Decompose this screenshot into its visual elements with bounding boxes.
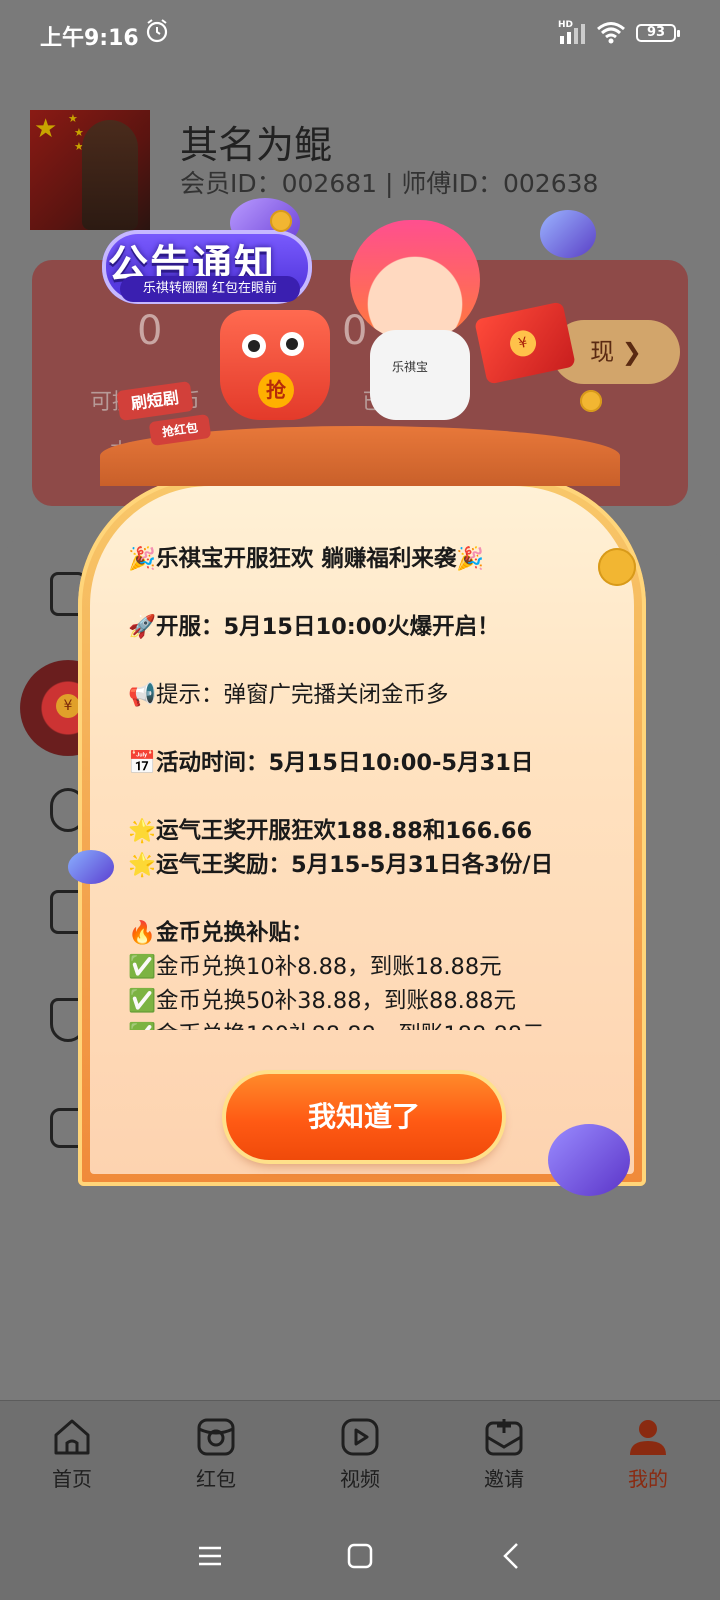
line-spacer [128,712,638,746]
emoji-icon: ✅ [128,988,157,1014]
mascot-glyph: 抢 [258,372,294,408]
redpacket-mascot: 抢 [220,310,330,420]
tab-profile[interactable]: 我的 [576,1411,720,1501]
video-icon [341,1418,379,1456]
signal-icon [560,24,585,44]
alarm-icon [146,19,168,43]
line-spacer [128,882,638,916]
emoji-icon: 📢 [128,682,157,708]
announcement-dialog: 🎉乐祺宝开服狂欢 躺赚福利来袭🎉 🚀开服：5月15日10:00火爆开启！ 📢提示：弹… [78,476,646,1186]
system-nav-bar [0,1508,720,1600]
coin-icon [270,210,292,232]
emoji-icon: 🌟 [128,818,157,844]
announcement-line: 📅活动时间：5月15日10:00-5月31日 [128,746,638,780]
tab-label: 视频 [340,1467,380,1491]
status-bar: 上午9:16 HD 93 [0,0,720,70]
home-nav-icon[interactable] [340,1536,380,1576]
announcement-text: 运气王奖开服狂欢188.88和166.66 [156,818,533,844]
emoji-icon: 🌟 [128,852,157,878]
profile-icon [630,1420,666,1455]
dialog-header-illustration: 公告通知 乐祺转圈圈 红包在眼前 刷短剧 抢红包 抢 乐祺宝 ¥ [70,190,670,490]
character-body: 乐祺宝 [370,330,470,420]
planet-icon [68,850,114,884]
home-icon [54,1419,90,1455]
coin-icon: ¥ [56,694,80,718]
tab-label: 我的 [628,1467,668,1491]
emoji-icon: 🎉 [128,546,157,572]
emoji-icon: 📅 [128,750,157,776]
bottom-tab-bar: 首页 红包 视频 邀请 我的 [0,1400,720,1509]
clock: 上午9:16 [40,26,139,51]
tab-redpacket[interactable]: 红包 [144,1411,288,1501]
announcement-text: 活动时间：5月15日10:00-5月31日 [156,750,534,776]
announcement-text: 运气王奖励：5月15-5月31日各3份/日 [156,852,554,878]
invite-icon [485,1419,523,1456]
announcement-line: ✅金币兑换10补8.88，到账18.88元 [128,950,638,984]
redpacket-icon [197,1418,235,1456]
emoji-icon: 🎉 [456,546,485,572]
confirm-button[interactable]: 我知道了 [226,1074,502,1160]
eye-icon [242,334,266,358]
user-name: 其名为鲲 [180,123,333,167]
planet-icon [548,1124,630,1196]
wifi-icon [597,22,625,44]
announcement-text: 乐祺宝开服狂欢 躺赚福利来袭 [156,546,457,572]
announcement-text: 金币兑换100补88.88，到账188.88元 [156,1022,545,1030]
back-icon[interactable] [492,1536,532,1576]
announcement-line: ✅金币兑换50补38.88，到账88.88元 [128,984,638,1018]
star-icon: ★ [74,126,84,139]
eye-icon [280,332,304,356]
red-envelope-icon: ¥ [474,301,576,385]
dialog-body: 🎉乐祺宝开服狂欢 躺赚福利来袭🎉 🚀开服：5月15日10:00火爆开启！ 📢提示：弹… [90,486,634,1174]
menu-icon[interactable] [190,1536,230,1576]
battery-indicator: 93 [636,24,680,42]
emoji-icon: ✅ [128,954,157,980]
announcement-line: 🔥金币兑换补贴： [128,916,638,950]
shirt-text: 乐祺宝 [392,360,429,374]
emoji-icon: 🚀 [128,614,157,640]
tab-label: 首页 [52,1467,92,1491]
emoji-icon: ✅ [128,1018,156,1030]
dialog-subtitle: 乐祺转圈圈 红包在眼前 [120,276,300,302]
tab-label: 红包 [196,1467,236,1491]
line-spacer [128,576,638,610]
planet-icon [540,210,596,258]
announcement-text: 提示：弹窗广完播关闭金币多 [156,682,449,708]
announcement-line: 🌟运气王奖开服狂欢188.88和166.66 [128,814,638,848]
announcement-line: 🌟运气王奖励：5月15-5月31日各3份/日 [128,848,638,882]
tab-video[interactable]: 视频 [288,1411,432,1501]
announcement-text: 开服：5月15日10:00火爆开启！ [156,614,500,640]
announcement-content[interactable]: 🎉乐祺宝开服狂欢 躺赚福利来袭🎉 🚀开服：5月15日10:00火爆开启！ 📢提示：弹… [128,542,638,1030]
announcement-text: 金币兑换补贴： [156,920,314,946]
star-icon: ★ [68,112,78,125]
tab-label: 邀请 [484,1467,524,1491]
character-head [350,220,480,340]
announcement-text: 金币兑换50补38.88，到账88.88元 [156,988,516,1014]
yuan-icon: ¥ [507,327,539,359]
coin-icon [580,390,602,412]
announcement-line: 🎉乐祺宝开服狂欢 躺赚福利来袭🎉 [128,542,638,576]
line-spacer [128,644,638,678]
emoji-icon: 🔥 [128,920,157,946]
announcement-line: 📢提示：弹窗广完播关闭金币多 [128,678,638,712]
tab-invite[interactable]: 邀请 [432,1411,576,1501]
announcement-line: 🚀开服：5月15日10:00火爆开启！ [128,610,638,644]
announcement-text: 金币兑换10补8.88，到账18.88元 [156,954,502,980]
line-spacer [128,780,638,814]
sign-drama: 刷短剧 [116,380,194,422]
announcement-line: ✅金币兑换100补88.88，到账188.88元 [128,1018,638,1030]
coin-icon [598,548,636,586]
star-icon: ★ [34,114,58,144]
tab-home[interactable]: 首页 [0,1411,144,1501]
